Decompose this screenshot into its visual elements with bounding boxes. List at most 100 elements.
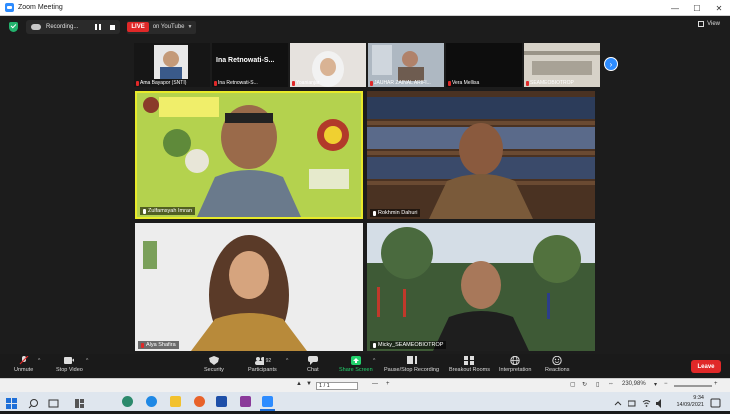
word-icon[interactable] — [216, 396, 227, 407]
live-target: on YouTube — [152, 24, 185, 30]
breakout-rooms-label: Breakout Rooms — [449, 367, 490, 373]
zoom-in-icon[interactable]: + — [386, 381, 390, 387]
view-button[interactable]: View — [698, 21, 720, 27]
taskbar-clock[interactable]: 9:34 14/09/2021 — [676, 395, 704, 409]
task-view-icon[interactable] — [48, 396, 59, 408]
participant-name-overlay: Ina Retnowati-S... — [216, 57, 275, 64]
participant-thumbnail[interactable]: Ama Bayapor (SNTI) — [134, 43, 210, 87]
breakout-rooms-icon — [464, 356, 475, 365]
firefox-icon[interactable] — [194, 396, 205, 407]
leave-button[interactable]: Leave — [691, 360, 721, 373]
battery-icon[interactable] — [627, 396, 636, 407]
fit-width-icon[interactable]: ⇔ — [608, 381, 614, 387]
cloud-icon — [31, 24, 41, 30]
audio-options-chevron-icon[interactable]: ^ — [38, 358, 40, 364]
video-options-chevron-icon[interactable]: ^ — [86, 358, 88, 364]
reactions-button[interactable]: Reactions — [545, 356, 569, 373]
participant-strip: Ama Bayapor (SNTI) Ina Retnowati-S... In… — [134, 43, 602, 87]
unmute-button[interactable]: Unmute — [14, 356, 33, 373]
security-button[interactable]: Security — [204, 356, 224, 373]
view-label: View — [707, 21, 720, 27]
zoom-taskbar-icon[interactable] — [262, 396, 273, 407]
pause-stop-icon — [406, 356, 417, 364]
zoom-level[interactable]: 230,98% — [622, 381, 646, 387]
edge-browser-icon[interactable] — [146, 396, 157, 407]
app-icon-1[interactable] — [122, 396, 133, 407]
breakout-rooms-button[interactable]: Breakout Rooms — [449, 356, 490, 373]
grid-view-icon — [698, 21, 705, 27]
muted-mic-icon — [141, 342, 144, 348]
stop-recording-icon[interactable] — [110, 24, 116, 30]
mic-icon — [373, 210, 376, 216]
globe-icon — [510, 356, 520, 365]
unmute-label: Unmute — [14, 367, 34, 373]
clock-time: 9:34 — [693, 395, 704, 401]
shield-icon — [208, 356, 219, 365]
fit-page-icon[interactable]: ▢ — [570, 381, 576, 388]
participant-name: Vera Mellisa — [448, 80, 479, 86]
notifications-icon[interactable] — [710, 396, 721, 408]
zoom-out-icon[interactable]: — — [372, 381, 378, 387]
muted-mic-icon — [448, 80, 451, 86]
search-icon[interactable] — [28, 396, 39, 409]
zoom-out-small-icon[interactable]: − — [664, 381, 668, 387]
participant-name: SEAMEOBIOTROP — [526, 80, 574, 86]
participant-video — [367, 91, 595, 219]
participant-thumbnail[interactable]: JAUHAR ZAINAL ARIFI... — [368, 43, 444, 87]
page-up-icon[interactable]: ▲ — [296, 381, 302, 387]
participant-tile[interactable]: Alya Shafira — [135, 223, 363, 351]
participants-options-chevron-icon[interactable]: ^ — [286, 358, 288, 364]
participant-thumbnail[interactable]: Vera Mellisa — [446, 43, 522, 87]
windows-taskbar: 9:34 14/09/2021 — [0, 392, 730, 411]
mic-icon — [143, 208, 146, 214]
app-icon-2[interactable] — [240, 396, 251, 407]
share-options-chevron-icon[interactable]: ^ — [373, 358, 375, 364]
chat-button[interactable]: Chat — [307, 356, 319, 373]
zoom-in-small-icon[interactable]: + — [714, 381, 718, 387]
participant-video — [137, 93, 361, 217]
participant-name: Ama Bayapor (SNTI) — [136, 80, 186, 86]
zoom-slider[interactable] — [674, 385, 712, 387]
page-down-icon[interactable]: ▼ — [306, 381, 312, 387]
volume-icon[interactable] — [656, 396, 665, 408]
muted-mic-icon — [214, 80, 217, 86]
widgets-icon[interactable] — [74, 396, 85, 408]
page-number-input[interactable]: 1 / 1 — [316, 382, 358, 390]
recording-indicator: Recording... — [26, 20, 121, 34]
share-screen-icon — [350, 356, 361, 365]
participant-video — [135, 223, 363, 351]
recording-control-label: Pause/Stop Recording — [384, 367, 440, 373]
pause-stop-recording-button[interactable]: Pause/Stop Recording — [384, 356, 439, 373]
participant-thumbnail[interactable]: Ina Retnowati-S... Ina Retnowati-S... — [212, 43, 288, 87]
share-screen-button[interactable]: Share Screen — [339, 356, 373, 373]
participant-video — [367, 223, 595, 351]
file-explorer-icon[interactable] — [170, 396, 181, 407]
live-stream-indicator[interactable]: LIVE on YouTube ▼ — [127, 20, 197, 34]
minimize-button[interactable]: — — [664, 0, 686, 16]
participant-thumbnail[interactable]: Yoanianjar — [290, 43, 366, 87]
mic-icon — [373, 342, 376, 348]
pause-recording-icon[interactable] — [95, 24, 102, 30]
live-badge: LIVE — [127, 22, 149, 32]
chat-label: Chat — [307, 367, 319, 373]
maximize-button[interactable]: ☐ — [686, 0, 708, 16]
active-speaker-tile[interactable]: Zulfamsyah Imran — [135, 91, 363, 219]
rotate-icon[interactable]: ↻ — [582, 381, 587, 388]
encryption-shield-icon[interactable] — [9, 22, 18, 32]
muted-mic-icon — [370, 80, 373, 86]
close-button[interactable]: ✕ — [708, 0, 730, 16]
wifi-icon[interactable] — [642, 396, 651, 407]
participant-tile[interactable]: Micky_SEAMEOBIOTROP — [367, 223, 595, 351]
interpretation-button[interactable]: Interpretation — [499, 356, 531, 373]
zoom-dropdown-icon[interactable]: ▾ — [654, 381, 657, 388]
participants-button[interactable]: 92 Participants — [248, 356, 277, 373]
meeting-topbar: Recording... LIVE on YouTube ▼ View — [0, 16, 730, 38]
tray-chevron-icon[interactable] — [614, 396, 622, 407]
windows-start-icon[interactable] — [6, 396, 17, 409]
bookmark-icon[interactable]: ▯ — [596, 381, 599, 388]
participant-thumbnail[interactable]: SEAMEOBIOTROP — [524, 43, 600, 87]
participant-name: Alya Shafira — [138, 341, 179, 349]
participant-tile[interactable]: Rokhmin Dahuri — [367, 91, 595, 219]
stop-video-button[interactable]: Stop Video — [56, 356, 83, 373]
next-page-arrow-icon[interactable]: › — [604, 57, 618, 71]
